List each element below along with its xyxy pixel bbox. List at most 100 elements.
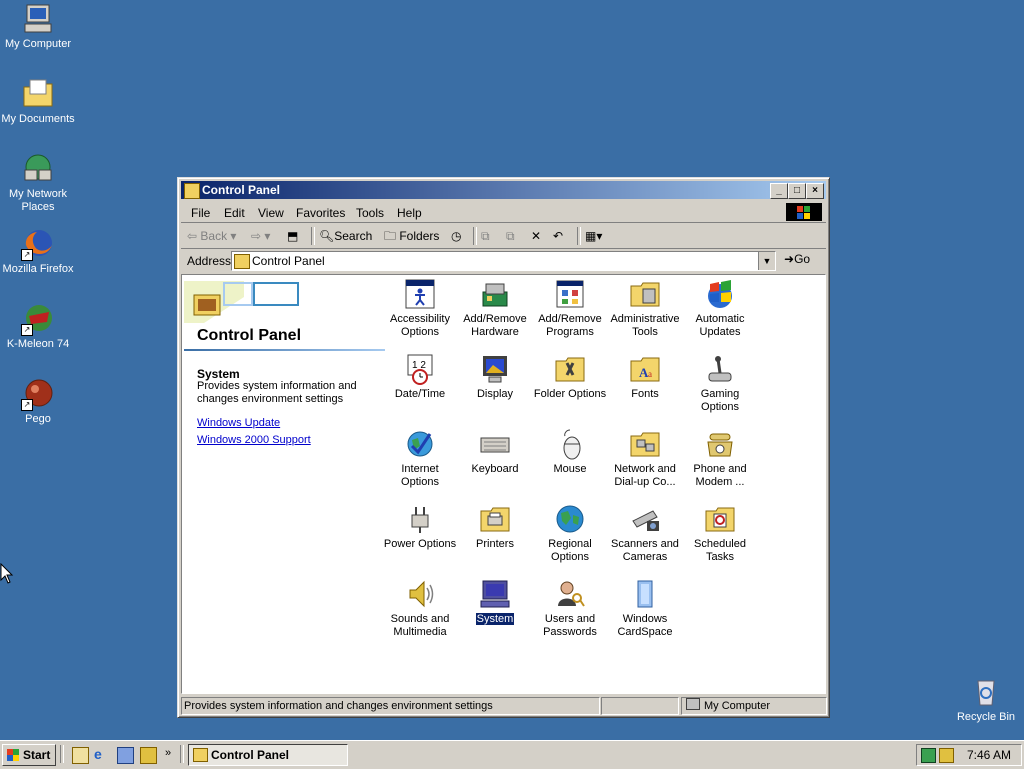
desktop-icon-label: My Network Places [8,188,68,213]
cp-item-label: Scanners and Cameras [611,538,679,563]
folders-button[interactable]: 🗀 Folders [384,227,439,245]
cp-item-folder-options[interactable]: Folder Options [532,353,608,401]
cp-item-system[interactable]: System [457,578,533,626]
move-to-icon[interactable]: ⧉ [481,227,490,245]
selected-item-description: Provides system information and changes … [197,380,357,405]
selected-item-name: System [197,367,240,381]
desktop-icon-firefox[interactable]: ↗ Mozilla Firefox [0,227,76,276]
cp-item-accessibility-options[interactable]: Accessibility Options [382,278,458,339]
back-button[interactable]: ⇦ Back ▾ [187,227,236,245]
desktop-icon-network-places[interactable]: My Network Places [0,152,76,214]
my-computer-icon [686,698,700,710]
address-dropdown-button[interactable]: ▼ [758,252,775,270]
cp-item-automatic-updates[interactable]: Automatic Updates [682,278,758,339]
printers-icon [479,503,511,535]
cp-item-scheduled-tasks[interactable]: Scheduled Tasks [682,503,758,564]
cp-item-power-options[interactable]: Power Options [382,503,458,551]
history-icon[interactable]: ◷ [451,227,461,245]
control-panel-icon [234,254,250,269]
firefox-icon: ↗ [21,227,55,261]
cp-item-regional-options[interactable]: Regional Options [532,503,608,564]
display-icon [479,353,511,385]
phone-modem-icon [704,428,736,460]
minimize-button[interactable]: _ [770,183,788,199]
address-input[interactable]: Control Panel ▼ [231,251,776,271]
cp-item-display[interactable]: Display [457,353,533,401]
control-panel-window[interactable]: Control Panel _ □ × File Edit View Favor… [177,177,830,718]
k-meleon-icon: ↗ [21,302,55,336]
add-hardware-icon [479,278,511,310]
internet-explorer-icon[interactable]: e [94,747,109,762]
cp-item-date-time[interactable]: 1 2 Date/Time [382,353,458,401]
cp-item-phone-modem[interactable]: Phone and Modem ... [682,428,758,489]
clock[interactable]: 7:46 AM [967,745,1011,765]
taskbar-button-label: Control Panel [211,748,290,762]
add-programs-icon [554,278,586,310]
cp-item-label: Sounds and Multimedia [390,613,450,638]
outlook-express-icon[interactable] [117,747,134,764]
cp-item-administrative-tools[interactable]: Administrative Tools [607,278,683,339]
cp-item-keyboard[interactable]: Keyboard [457,428,533,476]
up-folder-icon[interactable]: ⬒ [287,227,298,245]
title-bar[interactable]: Control Panel _ □ × [181,181,826,199]
menu-edit[interactable]: Edit [224,206,245,220]
desktop-icon-my-documents[interactable]: My Documents [0,77,76,126]
go-button[interactable]: ➜Go [784,252,810,266]
start-button[interactable]: Start [2,744,56,766]
cardspace-icon [629,578,661,610]
menu-view[interactable]: View [258,206,284,220]
desktop-icon-pego[interactable]: ↗ Pego [0,377,76,426]
menu-tools[interactable]: Tools [356,206,384,220]
taskbar-button-control-panel[interactable]: Control Panel [188,744,348,766]
cp-item-label: Printers [476,538,514,550]
media-player-icon[interactable] [140,747,157,764]
cp-item-label: Network and Dial-up Co... [614,463,676,488]
window-title: Control Panel [202,183,281,197]
cp-item-gaming-options[interactable]: Gaming Options [682,353,758,414]
desktop-icon-my-computer[interactable]: My Computer [0,2,76,51]
my-documents-icon [21,77,55,111]
windows-2000-support-link[interactable]: Windows 2000 Support [197,434,311,446]
undo-icon[interactable]: ↶ [553,227,563,245]
search-button[interactable]: 🔍︎Search [319,227,372,245]
delete-icon[interactable]: ✕ [531,227,541,245]
cp-item-label: Users and Passwords [543,613,597,638]
cp-item-label: Date/Time [394,388,446,400]
desktop-icon-k-meleon[interactable]: ↗ K-Meleon 74 [0,302,76,351]
windows-flag-icon [7,749,19,761]
cp-item-printers[interactable]: Printers [457,503,533,551]
status-panel-empty [601,697,679,715]
cp-item-label: Windows CardSpace [617,613,673,638]
cp-item-fonts[interactable]: Aa Fonts [607,353,683,401]
desktop-icon-recycle-bin[interactable]: Recycle Bin [948,675,1024,724]
cp-item-network-dialup[interactable]: Network and Dial-up Co... [607,428,683,489]
cp-item-label: Automatic Updates [695,313,745,338]
close-button[interactable]: × [806,183,824,199]
cp-item-mouse[interactable]: Mouse [532,428,608,476]
maximize-button[interactable]: □ [788,183,806,199]
show-desktop-icon[interactable] [72,747,89,764]
views-icon[interactable]: ▦▾ [585,227,602,245]
desktop-icon-label: Pego [25,413,51,425]
security-tray-icon[interactable] [939,748,954,763]
network-tray-icon[interactable] [921,748,936,763]
menu-file[interactable]: File [191,206,210,220]
taskbar: Start e » Control Panel 7:46 AM [0,740,1024,769]
cp-item-label: Accessibility Options [390,313,450,338]
quick-launch-more-icon[interactable]: » [165,747,171,759]
cp-item-scanners-cameras[interactable]: Scanners and Cameras [607,503,683,564]
cp-item-add-remove-hardware[interactable]: Add/Remove Hardware [457,278,533,339]
menu-favorites[interactable]: Favorites [296,206,345,220]
cp-item-sounds-multimedia[interactable]: Sounds and Multimedia [382,578,458,639]
copy-to-icon[interactable]: ⧉ [506,227,515,245]
address-value: Control Panel [252,254,325,268]
cp-item-windows-cardspace[interactable]: Windows CardSpace [607,578,683,639]
cp-item-internet-options[interactable]: Internet Options [382,428,458,489]
left-pane: Control Panel System Provides system inf… [182,275,387,693]
menu-help[interactable]: Help [397,206,422,220]
cp-item-users-passwords[interactable]: Users and Passwords [532,578,608,639]
forward-button[interactable]: ⇨ ▾ [251,227,270,245]
network-places-icon [21,152,55,186]
cp-item-add-remove-programs[interactable]: Add/Remove Programs [532,278,608,339]
windows-update-link[interactable]: Windows Update [197,417,280,429]
